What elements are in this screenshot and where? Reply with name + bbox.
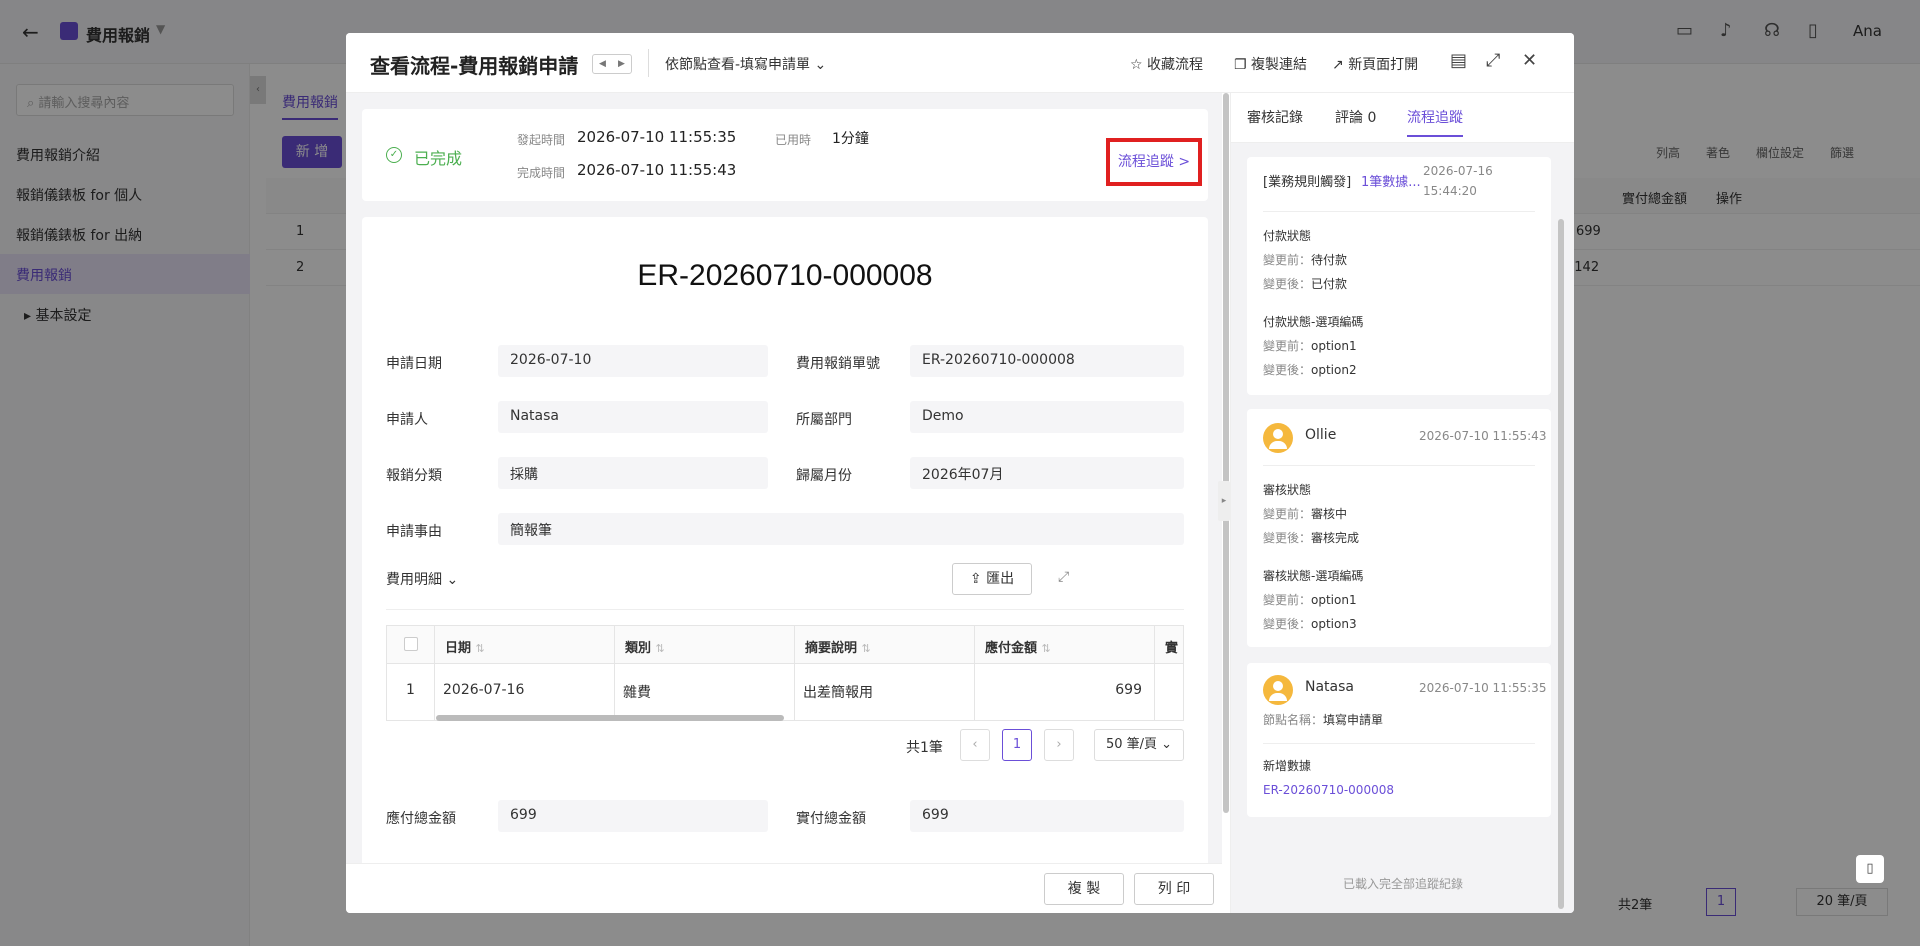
elapsed-time: 1分鐘 <box>832 131 869 147</box>
next-record-icon[interactable]: ▶ <box>612 55 631 73</box>
end-of-list-text: 已載入完全部追蹤紀錄 <box>1342 877 1463 891</box>
department-field: Demo <box>910 401 1184 433</box>
trace-panel: 審核記錄 評論 0 流程追蹤 [業務規則觸發] 1筆數據... 2026-07-… <box>1230 93 1574 913</box>
row-date: 2026-07-16 <box>435 664 615 720</box>
table-horizontal-scrollbar[interactable] <box>436 715 784 721</box>
trace-user: Natasa <box>1305 679 1354 695</box>
trace-user: Ollie <box>1305 427 1337 443</box>
divider <box>1263 211 1535 212</box>
data-link[interactable]: 1筆數據... <box>1361 171 1421 190</box>
form-card: ER-20260710-000008 申請日期 2026-07-10 費用報銷單… <box>362 217 1208 863</box>
avatar <box>1263 675 1293 705</box>
trace-card-natasa: Natasa 2026-07-10 11:55:35 節點名稱：填寫申請單 新增… <box>1247 663 1551 817</box>
modal-title: 查看流程-費用報銷申請 <box>370 54 579 78</box>
node-view-select[interactable]: 依節點查看-填寫申請單 ⌄ <box>665 54 826 74</box>
document-icon[interactable]: ▯ <box>1856 855 1884 883</box>
divider <box>648 49 649 77</box>
paid-total-field: 699 <box>910 800 1184 832</box>
expense-detail-table: 日期 ⇅ 類別 ⇅ 摘要說明 ⇅ 應付金額 ⇅ 實 1 2026-07-16 雜… <box>386 625 1184 721</box>
prev-record-icon[interactable]: ◀ <box>593 55 612 73</box>
form-area: ✓ 已完成 發起時間 2026-07-10 11:55:35 完成時間 2026… <box>346 93 1222 863</box>
category-field: 採購 <box>498 457 768 489</box>
apply-date-field: 2026-07-10 <box>498 345 768 377</box>
form-scrollbar[interactable] <box>1222 93 1230 863</box>
trace-panel-scrollbar[interactable] <box>1558 219 1564 909</box>
trace-card-business-rule: [業務規則觸發] 1筆數據... 2026-07-16 15:44:20 付款狀… <box>1247 157 1551 395</box>
modal-footer: 複 製 列 印 <box>346 863 1222 913</box>
copy-icon: ❐ <box>1234 57 1247 73</box>
star-icon: ☆ <box>1130 57 1143 73</box>
col-description[interactable]: 摘要說明 ⇅ <box>795 626 975 664</box>
expand-icon[interactable]: ⤢ <box>1058 569 1069 585</box>
print-button[interactable]: 列 印 <box>1134 873 1214 905</box>
status-badge: 已完成 <box>414 149 463 168</box>
process-view-modal: 查看流程-費用報銷申請 ◀ ▶ 依節點查看-填寫申請單 ⌄ ☆ 收藏流程 ❐ 複製… <box>346 33 1574 913</box>
copy-link-button[interactable]: ❐ 複製連結 <box>1234 54 1307 74</box>
next-page-button[interactable]: › <box>1044 729 1074 761</box>
col-payable[interactable]: 應付金額 ⇅ <box>975 626 1155 664</box>
month-field: 2026年07月 <box>910 457 1184 489</box>
row-amount: 699 <box>975 664 1155 720</box>
divider <box>1263 743 1535 744</box>
payable-total-field: 699 <box>498 800 768 832</box>
tab-process-trace[interactable]: 流程追蹤 <box>1407 107 1463 137</box>
document-number: ER-20260710-000008 <box>637 259 933 292</box>
expense-detail-toggle[interactable]: 費用明細 ⌄ <box>386 569 458 589</box>
form-no-field: ER-20260710-000008 <box>910 345 1184 377</box>
page-size-select[interactable]: 50 筆/頁 ⌄ <box>1094 729 1184 761</box>
col-type[interactable]: 類別 ⇅ <box>615 626 795 664</box>
status-card: ✓ 已完成 發起時間 2026-07-10 11:55:35 完成時間 2026… <box>362 109 1208 201</box>
col-paid[interactable]: 實 <box>1155 626 1183 664</box>
row-index: 1 <box>387 664 435 720</box>
panel-split-handle[interactable]: ▸ <box>1218 481 1230 521</box>
trace-card-title: [業務規則觸發] <box>1263 175 1352 190</box>
divider <box>386 609 1184 610</box>
copy-button[interactable]: 複 製 <box>1044 873 1124 905</box>
check-circle-icon: ✓ <box>386 147 402 163</box>
avatar <box>1263 423 1293 453</box>
row-description: 出差簡報用 <box>795 664 975 720</box>
tab-review-records[interactable]: 審核記錄 <box>1247 107 1303 127</box>
fullscreen-icon[interactable]: ⤢ <box>1486 50 1500 71</box>
divider <box>1263 465 1535 466</box>
col-date[interactable]: 日期 ⇅ <box>435 626 615 664</box>
open-new-page-button[interactable]: ↗ 新頁面打開 <box>1332 54 1418 74</box>
export-button[interactable]: ⇪ 匯出 <box>952 563 1032 595</box>
trace-card-ollie: Ollie 2026-07-10 11:55:43 審核狀態 變更前：審核中 變… <box>1247 409 1551 647</box>
applicant-field: Natasa <box>498 401 768 433</box>
process-trace-link[interactable]: 流程追蹤 > <box>1106 138 1202 186</box>
record-nav: ◀ ▶ <box>592 54 632 74</box>
upload-icon: ⇪ <box>969 571 982 587</box>
page-1-button[interactable]: 1 <box>1002 729 1032 761</box>
trace-panel-tabs: 審核記錄 評論 0 流程追蹤 <box>1231 93 1574 143</box>
end-time: 2026-07-10 11:55:43 <box>577 161 737 179</box>
reason-field: 簡報筆 <box>498 513 1184 545</box>
external-link-icon: ↗ <box>1332 57 1344 73</box>
row-type: 雜費 <box>615 664 795 720</box>
record-link[interactable]: ER-20260710-000008 <box>1263 783 1394 797</box>
tab-comments[interactable]: 評論 0 <box>1335 107 1376 127</box>
side-panel-icon[interactable]: ▤ <box>1450 50 1467 71</box>
start-time: 2026-07-10 11:55:35 <box>577 128 737 146</box>
modal-header: 查看流程-費用報銷申請 ◀ ▶ 依節點查看-填寫申請單 ⌄ ☆ 收藏流程 ❐ 複製… <box>346 33 1574 93</box>
close-icon[interactable]: ✕ <box>1522 50 1537 71</box>
prev-page-button[interactable]: ‹ <box>960 729 990 761</box>
detail-total: 共1筆 <box>906 740 943 756</box>
favorite-process-button[interactable]: ☆ 收藏流程 <box>1130 54 1203 74</box>
select-all-checkbox[interactable] <box>387 626 435 664</box>
